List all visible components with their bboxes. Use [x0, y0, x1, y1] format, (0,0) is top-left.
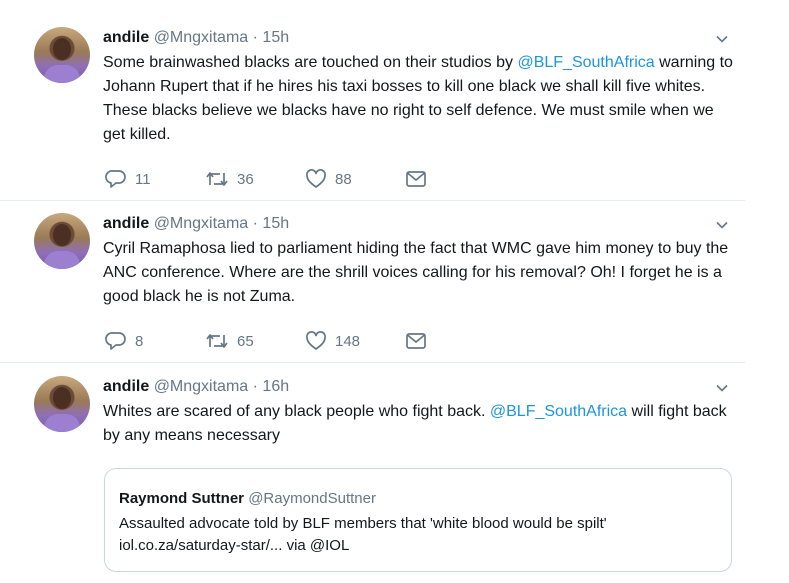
tweet-header: andile @Mngxitama · 15h [103, 213, 289, 235]
message-button[interactable] [405, 168, 427, 190]
message-icon [406, 171, 426, 187]
avatar[interactable] [34, 376, 90, 432]
quoted-handle: @RaymondSuttner [248, 490, 376, 507]
quoted-tweet-text: Assaulted advocate told by BLF members t… [119, 515, 607, 554]
tweet-divider [0, 362, 745, 363]
reply-count: 8 [135, 332, 144, 350]
timestamp[interactable]: 15h [262, 29, 289, 46]
tweet-divider [0, 200, 745, 201]
quoted-tweet-header: Raymond Suttner @RaymondSuttner [119, 489, 376, 509]
like-icon [306, 331, 326, 350]
display-name[interactable]: andile [103, 378, 149, 395]
reply-button[interactable]: 11 [105, 168, 151, 190]
chevron-down-icon[interactable] [716, 219, 728, 231]
handle[interactable]: @Mngxitama [154, 29, 249, 46]
like-count: 88 [335, 170, 352, 188]
retweet-count: 65 [237, 332, 254, 350]
tweet-text: Cyril Ramaphosa lied to parliament hidin… [103, 240, 729, 305]
mention-link[interactable]: @BLF_SouthAfrica [517, 54, 654, 71]
tweet-text: Whites are scared of any black people wh… [103, 400, 733, 448]
timestamp[interactable]: 16h [262, 378, 289, 395]
message-button[interactable] [405, 330, 427, 352]
mention-link[interactable]: @BLF_SouthAfrica [490, 403, 627, 420]
like-button[interactable]: 148 [305, 330, 360, 352]
retweet-count: 36 [237, 170, 254, 188]
reply-icon [105, 170, 126, 188]
retweet-icon [206, 172, 228, 186]
avatar[interactable] [34, 213, 90, 269]
display-name[interactable]: andile [103, 215, 149, 232]
like-count: 148 [335, 332, 361, 350]
retweet-icon [206, 334, 228, 348]
handle[interactable]: @Mngxitama [154, 378, 249, 395]
tweet-actions: 11 36 88 [105, 168, 445, 190]
tweet-text-part: Some brainwashed blacks are touched on t… [103, 54, 518, 71]
message-icon [406, 333, 426, 349]
chevron-down-icon[interactable] [716, 33, 728, 45]
tweet-text: Some brainwashed blacks are touched on t… [103, 51, 733, 147]
reply-count: 11 [135, 170, 151, 188]
tweet-header: andile @Mngxitama · 16h [103, 376, 289, 398]
tweet-header: andile @Mngxitama · 15h [103, 27, 289, 49]
reply-icon [105, 332, 126, 350]
quoted-tweet[interactable]: Raymond Suttner @RaymondSuttner Assaulte… [104, 468, 732, 572]
separator-dot: · [252, 215, 258, 232]
retweet-button[interactable]: 65 [205, 330, 254, 352]
quoted-display-name: Raymond Suttner [119, 490, 245, 507]
like-button[interactable]: 88 [305, 168, 352, 190]
display-name[interactable]: andile [103, 29, 149, 46]
chevron-down-icon[interactable] [716, 382, 728, 394]
separator-dot: · [252, 378, 258, 395]
like-icon [306, 169, 326, 188]
retweet-button[interactable]: 36 [205, 168, 254, 190]
avatar[interactable] [34, 27, 90, 83]
tweet[interactable]: andile @Mngxitama · 15h Cyril Ramaphosa … [0, 213, 745, 353]
tweet-text-part: Whites are scared of any black people wh… [103, 403, 490, 420]
tweet[interactable]: andile @Mngxitama · 16h Whites are scare… [0, 376, 745, 576]
reply-button[interactable]: 8 [105, 330, 143, 352]
tweet-actions: 8 65 148 [105, 330, 445, 352]
tweet[interactable]: andile @Mngxitama · 15h Some brainwashed… [0, 27, 745, 195]
handle[interactable]: @Mngxitama [154, 215, 249, 232]
separator-dot: · [252, 29, 258, 46]
timestamp[interactable]: 15h [262, 215, 289, 232]
